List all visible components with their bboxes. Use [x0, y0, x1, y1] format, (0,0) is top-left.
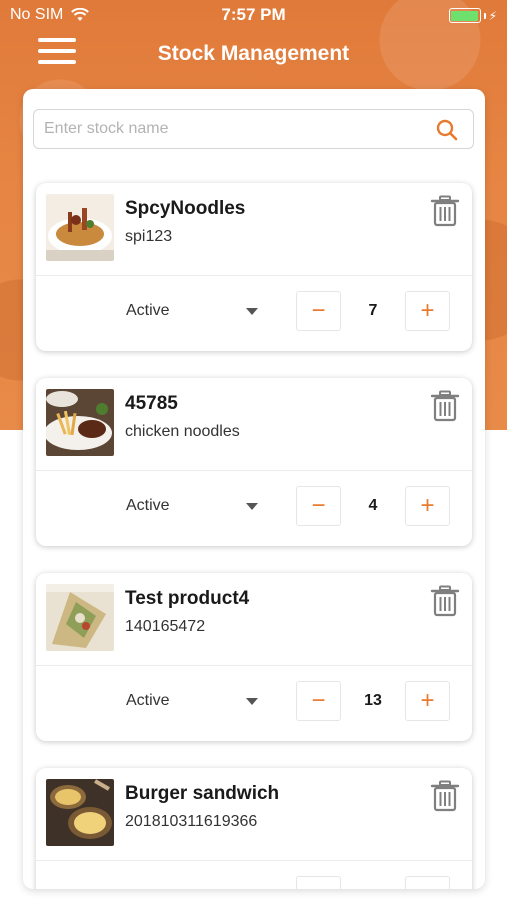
card-divider	[36, 470, 472, 471]
product-image	[46, 389, 114, 456]
status-dropdown[interactable]: Active	[126, 681, 266, 721]
item-name: Test product4	[125, 588, 250, 609]
item-name: SpcyNoodles	[125, 198, 246, 219]
search-icon[interactable]	[435, 118, 459, 142]
battery-icon: ⚡	[448, 8, 497, 23]
item-name: Burger sandwich	[125, 783, 280, 804]
increase-quantity-button[interactable]: +	[405, 291, 450, 331]
page-title: Stock Management	[157, 42, 350, 65]
trash-icon[interactable]	[430, 585, 460, 617]
product-image	[46, 779, 114, 846]
card-divider	[36, 665, 472, 666]
trash-icon[interactable]	[430, 195, 460, 227]
search-bar	[33, 109, 474, 149]
product-image	[46, 584, 114, 651]
stock-card: SpcyNoodles spi123 Active − 7 +	[36, 183, 472, 351]
decrease-quantity-button[interactable]: −	[296, 486, 341, 526]
product-image	[46, 194, 114, 261]
dropdown-arrow-icon	[246, 503, 258, 510]
quantity-value: 7	[368, 302, 378, 319]
increase-quantity-button[interactable]: +	[405, 876, 450, 889]
stock-card: Burger sandwich 201810311619366 − +	[36, 768, 472, 889]
item-code: spi123	[125, 228, 173, 245]
item-code: chicken noodles	[125, 423, 240, 440]
item-code: 140165472	[125, 618, 206, 635]
status-dropdown[interactable]: Active	[126, 291, 266, 331]
quantity-value: 13	[364, 692, 382, 709]
navigation-bar: Stock Management	[0, 30, 507, 78]
trash-icon[interactable]	[430, 390, 460, 422]
increase-quantity-button[interactable]: +	[405, 486, 450, 526]
status-value: Active	[126, 302, 170, 319]
item-code: 201810311619366	[125, 813, 258, 830]
status-value: Active	[126, 497, 170, 514]
status-bar: No SIM 7:57 PM ⚡	[0, 0, 507, 30]
quantity-value: 4	[368, 497, 378, 514]
decrease-quantity-button[interactable]: −	[296, 291, 341, 331]
decrease-quantity-button[interactable]: −	[296, 681, 341, 721]
decrease-quantity-button[interactable]: −	[296, 876, 341, 889]
charging-icon: ⚡	[488, 8, 497, 23]
dropdown-arrow-icon	[246, 698, 258, 705]
search-input[interactable]	[34, 110, 414, 148]
dropdown-arrow-icon	[246, 308, 258, 315]
increase-quantity-button[interactable]: +	[405, 681, 450, 721]
stock-card: Test product4 140165472 Active − 13 +	[36, 573, 472, 741]
card-divider	[36, 860, 472, 861]
card-divider	[36, 275, 472, 276]
status-value: Active	[126, 692, 170, 709]
stock-list-panel: SpcyNoodles spi123 Active − 7 +	[23, 89, 485, 889]
clock: 7:57 PM	[221, 5, 286, 24]
trash-icon[interactable]	[430, 780, 460, 812]
stock-card: 45785 chicken noodles Active − 4 +	[36, 378, 472, 546]
status-dropdown[interactable]: Active	[126, 486, 266, 526]
item-name: 45785	[125, 393, 178, 414]
